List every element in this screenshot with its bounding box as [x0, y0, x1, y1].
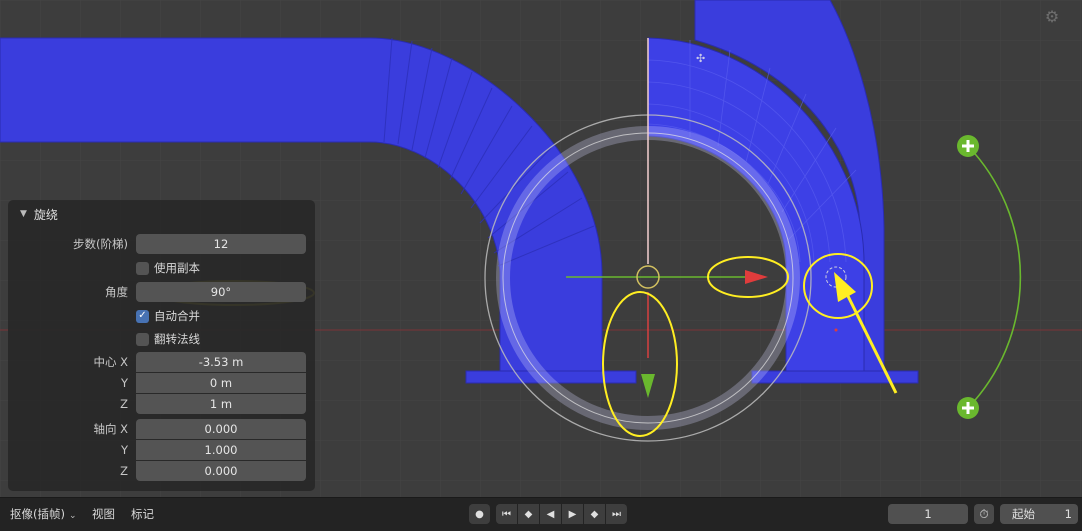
next-keyframe-icon[interactable]: ◆: [584, 504, 605, 524]
arc-handle-top[interactable]: [957, 135, 979, 157]
auto-merge-checkbox[interactable]: ✓ 自动合并: [136, 308, 200, 324]
axis-y-label: Y: [120, 443, 128, 457]
center-y-label: Y: [120, 376, 128, 390]
gear-icon[interactable]: ⚙: [1043, 8, 1061, 26]
auto-merge-label: 自动合并: [154, 309, 200, 323]
center-z-row: Z 1 m: [8, 394, 315, 414]
play-icon[interactable]: ▶: [562, 504, 583, 524]
prev-keyframe-icon[interactable]: ◆: [518, 504, 539, 524]
view-menu[interactable]: 视图: [92, 504, 115, 524]
jump-to-end-icon[interactable]: ⏭: [606, 504, 627, 524]
axis-z-field[interactable]: 0.000: [136, 461, 306, 481]
checkbox-icon[interactable]: [136, 332, 149, 346]
play-reverse-icon[interactable]: ◀: [540, 504, 561, 524]
center-z-label: Z: [120, 397, 128, 411]
keying-dropdown[interactable]: 抠像(插帧) ⌄: [4, 504, 83, 524]
steps-field[interactable]: 12: [136, 234, 306, 254]
record-icon[interactable]: ●: [469, 504, 490, 524]
center-y-field[interactable]: 0 m: [136, 373, 306, 393]
playback-controls: ● ⏮ ◆ ◀ ▶ ◆ ⏭: [469, 504, 628, 524]
current-frame-field[interactable]: 1: [888, 504, 968, 524]
chevron-down-icon: ⌄: [68, 511, 77, 521]
steps-row: 步数(阶梯) 12: [8, 234, 315, 254]
axis-x-row: 轴向 X 0.000: [8, 419, 315, 439]
panel-title: 旋绕: [33, 207, 58, 222]
angle-row: 角度 90°: [8, 282, 315, 302]
axis-x-field[interactable]: 0.000: [136, 419, 306, 439]
collapse-triangle-icon[interactable]: ▼: [20, 209, 27, 219]
axis-y-row: Y 1.000: [8, 440, 315, 460]
marker-menu[interactable]: 标记: [131, 504, 154, 524]
keying-dropdown-label: 抠像(插帧): [10, 507, 65, 521]
flip-normals-checkbox[interactable]: 翻转法线: [136, 331, 200, 347]
axis-z-row: Z 0.000: [8, 461, 315, 481]
flip-normals-row: 翻转法线: [8, 329, 315, 349]
axis-x-label: 轴向 X: [93, 422, 128, 436]
auto-merge-row: ✓ 自动合并: [8, 306, 315, 326]
axis-z-label: Z: [120, 464, 128, 478]
axis-y-field[interactable]: 1.000: [136, 440, 306, 460]
jump-to-start-icon[interactable]: ⏮: [496, 504, 517, 524]
arc-handle-bottom[interactable]: [957, 397, 979, 419]
start-value: 1: [1064, 507, 1072, 521]
start-label: 起始: [1012, 507, 1035, 521]
use-duplicates-checkbox[interactable]: 使用副本: [136, 260, 200, 276]
use-duplicates-label: 使用副本: [154, 261, 200, 275]
center-x-field[interactable]: -3.53 m: [136, 352, 306, 372]
center-x-row: 中心 X -3.53 m: [8, 352, 315, 372]
flip-normals-label: 翻转法线: [154, 332, 200, 346]
checkbox-icon[interactable]: [136, 261, 149, 275]
angle-label: 角度: [105, 285, 128, 299]
timeline-header: 抠像(插帧) ⌄ 视图 标记 ● ⏮ ◆ ◀ ▶ ◆ ⏭ 1 ⏱ 起始 1: [0, 497, 1082, 531]
angle-field[interactable]: 90°: [136, 282, 306, 302]
panel-header[interactable]: ▼ 旋绕: [20, 206, 58, 222]
center-y-row: Y 0 m: [8, 373, 315, 393]
start-frame-field[interactable]: 起始 1: [1000, 504, 1078, 524]
redo-panel-spin: ▼ 旋绕 步数(阶梯) 12 使用副本 角度 90° ✓ 自动合并 翻转法线 中…: [8, 200, 315, 491]
svg-text:✣: ✣: [696, 52, 705, 65]
stopwatch-icon[interactable]: ⏱: [974, 504, 994, 524]
steps-label: 步数(阶梯): [73, 237, 128, 251]
center-x-label: 中心 X: [93, 355, 128, 369]
center-z-field[interactable]: 1 m: [136, 394, 306, 414]
checkmark-icon[interactable]: ✓: [136, 309, 149, 323]
use-duplicates-row: 使用副本: [8, 258, 315, 278]
